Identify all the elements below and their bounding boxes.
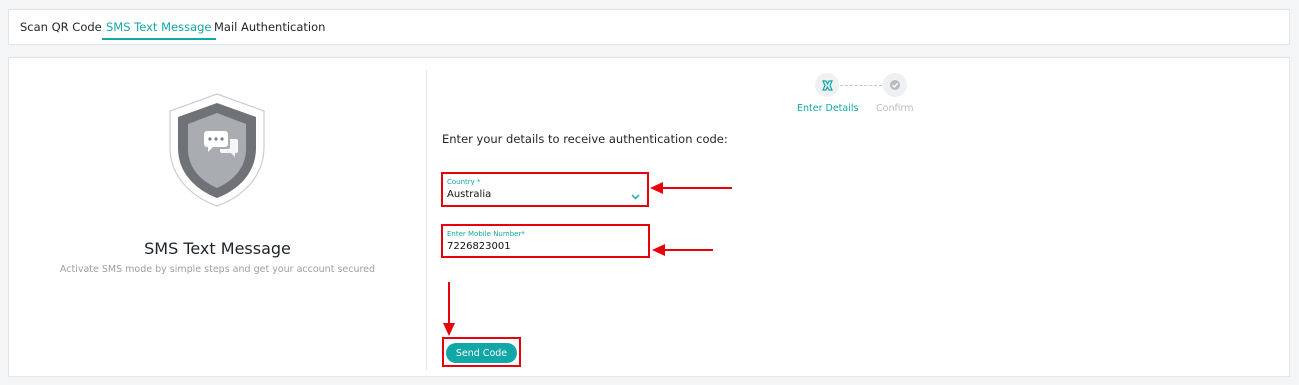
step-confirm-label: Confirm [876,103,914,114]
shield-chat-icon [166,91,268,209]
sms-setup-card: SMS Text Message Activate SMS mode by si… [8,57,1290,377]
annotation-arrow-send [443,282,455,336]
country-value: Australia [447,189,492,200]
tab-scan-qr-code[interactable]: Scan QR Code [20,10,102,44]
tab-sms-label: SMS Text Message [106,20,212,34]
step-enter-details-icon [815,73,839,97]
method-description: Activate SMS mode by simple steps and ge… [59,264,376,275]
mobile-number-value: 7226823001 [447,241,511,252]
active-tab-underline [102,38,216,40]
annotation-arrow-country [650,182,732,194]
send-code-highlight: Send Code [442,337,521,367]
tab-mail-authentication[interactable]: Mail Authentication [214,10,325,44]
tab-sms-text-message[interactable]: SMS Text Message [102,10,216,44]
mobile-number-field[interactable]: Enter Mobile Number* 7226823001 [441,224,650,258]
form-instruction: Enter your details to receive authentica… [442,132,728,146]
method-title: SMS Text Message [144,239,291,258]
auth-method-tabs: Scan QR Code SMS Text Message Mail Authe… [8,9,1290,45]
annotation-arrow-mobile [652,244,713,256]
mobile-number-label: Enter Mobile Number* [447,230,525,238]
panel-divider [426,70,427,370]
country-label: Country * [447,178,481,186]
step-enter-details-label: Enter Details [797,103,859,114]
step-connector [840,85,882,86]
send-code-button[interactable]: Send Code [446,343,517,363]
chevron-down-icon [631,185,640,204]
step-confirm-icon [883,73,907,97]
country-select[interactable]: Country * Australia [441,172,649,207]
